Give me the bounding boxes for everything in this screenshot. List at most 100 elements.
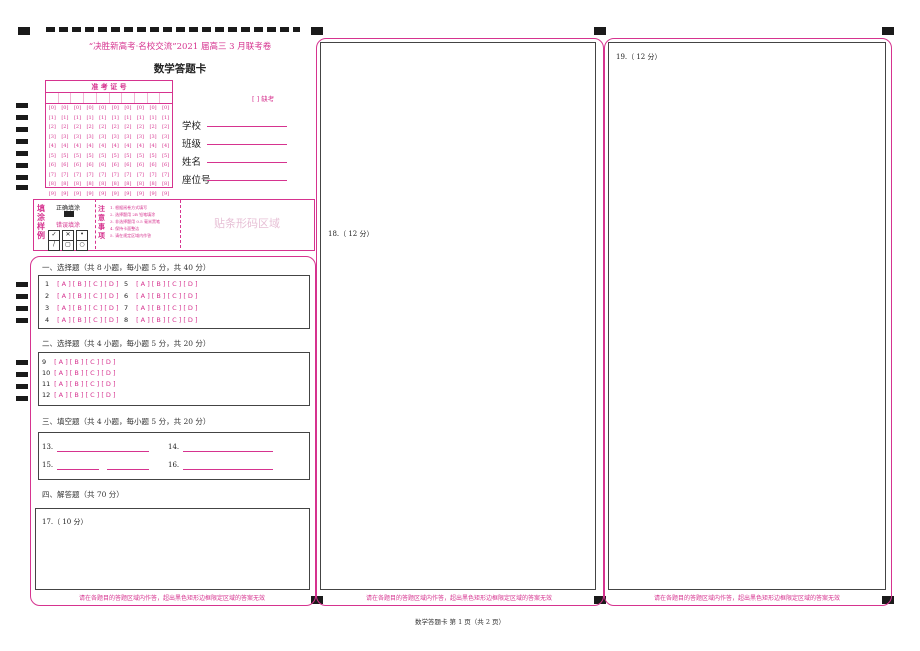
admission-digit-bubble[interactable]: [8] (84, 180, 97, 190)
admission-digit-bubble[interactable]: [5] (134, 152, 147, 162)
admission-digit-bubble[interactable]: [0] (134, 104, 147, 114)
admission-digit-bubble[interactable]: [6] (134, 161, 147, 171)
admission-digit-bubble[interactable]: [4] (122, 142, 135, 152)
admission-digit-bubble[interactable]: [0] (122, 104, 135, 114)
q16-blank[interactable] (183, 469, 273, 470)
admission-digit-bubble[interactable]: [7] (71, 171, 84, 181)
admission-digit-bubble[interactable]: [1] (147, 114, 160, 124)
choice-options[interactable]: [ A ] [ B ] [ C ] [ D ] (136, 304, 197, 312)
admission-digit-bubble[interactable]: [3] (134, 133, 147, 143)
admission-digit-bubble[interactable]: [8] (134, 180, 147, 190)
admission-digit-bubble[interactable]: [9] (109, 190, 122, 200)
admission-digit-bubble[interactable]: [9] (84, 190, 97, 200)
admission-digit-bubble[interactable]: [6] (147, 161, 160, 171)
admission-digit-bubble[interactable]: [9] (96, 190, 109, 200)
admission-digit-bubble[interactable]: [5] (96, 152, 109, 162)
admission-digit-bubble[interactable]: [1] (134, 114, 147, 124)
admission-digit-bubble[interactable]: [6] (122, 161, 135, 171)
seat-field[interactable] (207, 180, 287, 181)
admission-digit-bubble[interactable]: [8] (122, 180, 135, 190)
admission-digit-bubble[interactable]: [8] (159, 180, 172, 190)
admission-digit-bubble[interactable]: [4] (59, 142, 72, 152)
choice-options[interactable]: [ A ] [ B ] [ C ] [ D ] (54, 380, 115, 388)
admission-digit-bubble[interactable]: [7] (84, 171, 97, 181)
choice-options[interactable]: [ A ] [ B ] [ C ] [ D ] (57, 292, 118, 300)
admission-digit-bubble[interactable]: [3] (46, 133, 59, 143)
choice-options[interactable]: [ A ] [ B ] [ C ] [ D ] (54, 391, 115, 399)
q14-blank[interactable] (183, 451, 273, 452)
admission-digit-bubble[interactable]: [7] (159, 171, 172, 181)
admission-digit-bubble[interactable]: [4] (109, 142, 122, 152)
admission-digit-bubble[interactable]: [4] (134, 142, 147, 152)
admission-digit-bubble[interactable]: [8] (46, 180, 59, 190)
admission-digit-bubble[interactable]: [3] (109, 133, 122, 143)
admission-digit-bubble[interactable]: [2] (109, 123, 122, 133)
admission-digit-bubble[interactable]: [6] (159, 161, 172, 171)
admission-digit-bubble[interactable]: [6] (84, 161, 97, 171)
choice-options[interactable]: [ A ] [ B ] [ C ] [ D ] (54, 358, 115, 366)
q15-blank-1[interactable] (57, 469, 99, 470)
admission-digit-bubble[interactable]: [9] (71, 190, 84, 200)
admission-digit-bubble[interactable]: [2] (159, 123, 172, 133)
admission-digit-bubble[interactable]: [4] (159, 142, 172, 152)
admission-digit-bubble[interactable]: [3] (147, 133, 160, 143)
admission-digit-bubble[interactable]: [4] (71, 142, 84, 152)
admission-digit-bubble[interactable]: [7] (122, 171, 135, 181)
q19-answer-area[interactable] (608, 42, 886, 590)
admission-digit-bubble[interactable]: [9] (122, 190, 135, 200)
choice-options[interactable]: [ A ] [ B ] [ C ] [ D ] (136, 280, 197, 288)
admission-digit-bubble[interactable]: [4] (147, 142, 160, 152)
admission-digit-bubble[interactable]: [7] (109, 171, 122, 181)
admission-digit-bubble[interactable]: [0] (71, 104, 84, 114)
admission-digit-bubble[interactable]: [2] (147, 123, 160, 133)
admission-digit-bubble[interactable]: [6] (96, 161, 109, 171)
admission-digit-bubble[interactable]: [6] (59, 161, 72, 171)
admission-digit-bubble[interactable]: [9] (147, 190, 160, 200)
admission-digit-bubble[interactable]: [6] (71, 161, 84, 171)
admission-digit-bubble[interactable]: [1] (46, 114, 59, 124)
admission-digit-bubble[interactable]: [5] (46, 152, 59, 162)
q13-blank[interactable] (57, 451, 149, 452)
q15-blank-2[interactable] (107, 469, 149, 470)
admission-digit-bubble[interactable]: [6] (46, 161, 59, 171)
admission-digit-bubble[interactable]: [7] (59, 171, 72, 181)
absent-checkbox[interactable]: [ ] 缺考 (252, 93, 274, 103)
admission-digit-bubble[interactable]: [1] (109, 114, 122, 124)
choice-options[interactable]: [ A ] [ B ] [ C ] [ D ] (57, 280, 118, 288)
choice-options[interactable]: [ A ] [ B ] [ C ] [ D ] (54, 369, 115, 377)
q18-answer-area[interactable] (320, 42, 596, 590)
admission-digit-bubble[interactable]: [0] (59, 104, 72, 114)
admission-digit-bubble[interactable]: [6] (109, 161, 122, 171)
admission-digit-bubble[interactable]: [2] (96, 123, 109, 133)
admission-digit-bubble[interactable]: [3] (96, 133, 109, 143)
admission-digit-bubble[interactable]: [4] (46, 142, 59, 152)
admission-digit-bubble[interactable]: [3] (71, 133, 84, 143)
class-field[interactable] (207, 144, 287, 145)
admission-digit-bubble[interactable]: [5] (71, 152, 84, 162)
admission-digit-bubble[interactable]: [9] (46, 190, 59, 200)
admission-digit-bubble[interactable]: [2] (122, 123, 135, 133)
admission-digit-bubble[interactable]: [3] (59, 133, 72, 143)
admission-digit-bubble[interactable]: [1] (96, 114, 109, 124)
admission-digit-bubble[interactable]: [1] (71, 114, 84, 124)
name-field[interactable] (207, 162, 287, 163)
choice-options[interactable]: [ A ] [ B ] [ C ] [ D ] (57, 316, 118, 324)
admission-digit-bubble[interactable]: [2] (71, 123, 84, 133)
admission-digit-bubble[interactable]: [0] (84, 104, 97, 114)
choice-options[interactable]: [ A ] [ B ] [ C ] [ D ] (136, 316, 197, 324)
admission-digit-bubble[interactable]: [1] (59, 114, 72, 124)
admission-digit-bubble[interactable]: [2] (134, 123, 147, 133)
admission-digit-bubble[interactable]: [5] (122, 152, 135, 162)
admission-digit-bubble[interactable]: [5] (59, 152, 72, 162)
admission-digit-bubble[interactable]: [8] (109, 180, 122, 190)
admission-digit-bubble[interactable]: [0] (96, 104, 109, 114)
admission-digit-bubble[interactable]: [0] (46, 104, 59, 114)
admission-digit-bubble[interactable]: [9] (134, 190, 147, 200)
admission-digit-bubble[interactable]: [3] (84, 133, 97, 143)
admission-digit-bubble[interactable]: [4] (96, 142, 109, 152)
admission-digit-bubble[interactable]: [7] (147, 171, 160, 181)
admission-digit-bubble[interactable]: [4] (84, 142, 97, 152)
admission-digit-bubble[interactable]: [5] (84, 152, 97, 162)
admission-digit-bubble[interactable]: [2] (59, 123, 72, 133)
choice-options[interactable]: [ A ] [ B ] [ C ] [ D ] (57, 304, 118, 312)
